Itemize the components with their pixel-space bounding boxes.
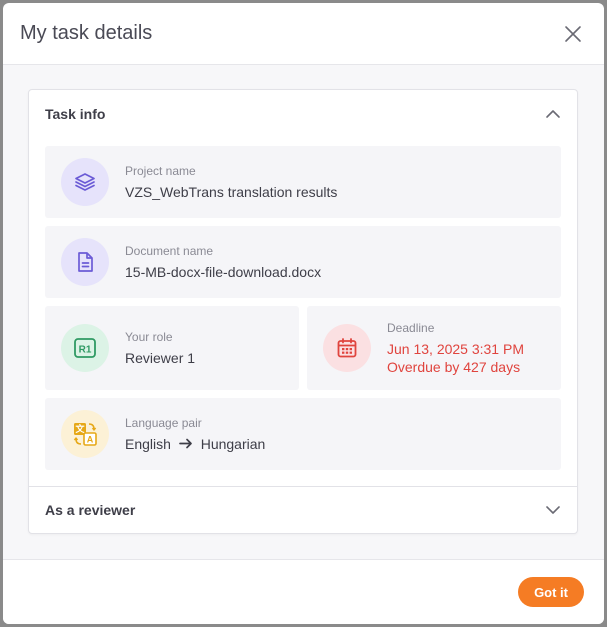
close-button[interactable] bbox=[560, 21, 586, 47]
task-info-content: Project name VZS_WebTrans translation re… bbox=[29, 138, 577, 486]
svg-text:A: A bbox=[87, 435, 94, 445]
chevron-down-icon bbox=[546, 506, 560, 514]
arrow-right-icon bbox=[178, 438, 192, 448]
reviewer-section-header[interactable]: As a reviewer bbox=[29, 486, 577, 533]
dialog-footer: Got it bbox=[3, 559, 604, 624]
got-it-button[interactable]: Got it bbox=[518, 577, 584, 607]
role-value: Reviewer 1 bbox=[125, 349, 196, 366]
task-panel: Task info Project name VZS_WebTrans tran… bbox=[28, 89, 578, 534]
role-label: Your role bbox=[125, 329, 173, 344]
language-pair: English Hungarian bbox=[125, 435, 265, 453]
dialog-header: My task details bbox=[3, 3, 604, 65]
role-badge-icon: R1 bbox=[74, 338, 96, 358]
layers-icon bbox=[75, 173, 95, 191]
deadline-date: Jun 13, 2025 3:31 PM bbox=[387, 340, 524, 357]
source-language: English bbox=[125, 435, 171, 452]
task-info-heading: Task info bbox=[45, 106, 106, 122]
role-card: R1 Your role Reviewer 1 bbox=[45, 306, 299, 390]
close-icon bbox=[565, 25, 581, 42]
language-card: 文 A Language pair English Hungarian bbox=[45, 398, 561, 470]
dialog-body: Task info Project name VZS_WebTrans tran… bbox=[3, 65, 604, 559]
document-label: Document name bbox=[125, 243, 214, 258]
dialog-title: My task details bbox=[20, 22, 153, 44]
reviewer-heading: As a reviewer bbox=[45, 502, 136, 518]
project-value: VZS_WebTrans translation results bbox=[125, 183, 338, 200]
calendar-icon bbox=[337, 338, 357, 358]
deadline-label: Deadline bbox=[387, 320, 435, 335]
translate-icon: 文 A bbox=[73, 423, 97, 446]
language-label: Language pair bbox=[125, 415, 202, 430]
overdue-text: Overdue by 427 days bbox=[387, 358, 521, 375]
document-card: Document name 15-MB-docx-file-download.d… bbox=[45, 226, 561, 298]
document-icon bbox=[78, 252, 93, 272]
task-details-dialog: My task details Task info Project name V… bbox=[3, 3, 604, 624]
chevron-up-icon bbox=[546, 110, 560, 118]
target-language: Hungarian bbox=[200, 435, 266, 452]
role-badge-text: R1 bbox=[79, 345, 92, 356]
document-value: 15-MB-docx-file-download.docx bbox=[125, 263, 322, 280]
project-card: Project name VZS_WebTrans translation re… bbox=[45, 146, 561, 218]
project-label: Project name bbox=[125, 163, 196, 178]
deadline-card: Deadline Jun 13, 2025 3:31 PM Overdue by… bbox=[307, 306, 561, 390]
task-info-header[interactable]: Task info bbox=[29, 90, 577, 138]
